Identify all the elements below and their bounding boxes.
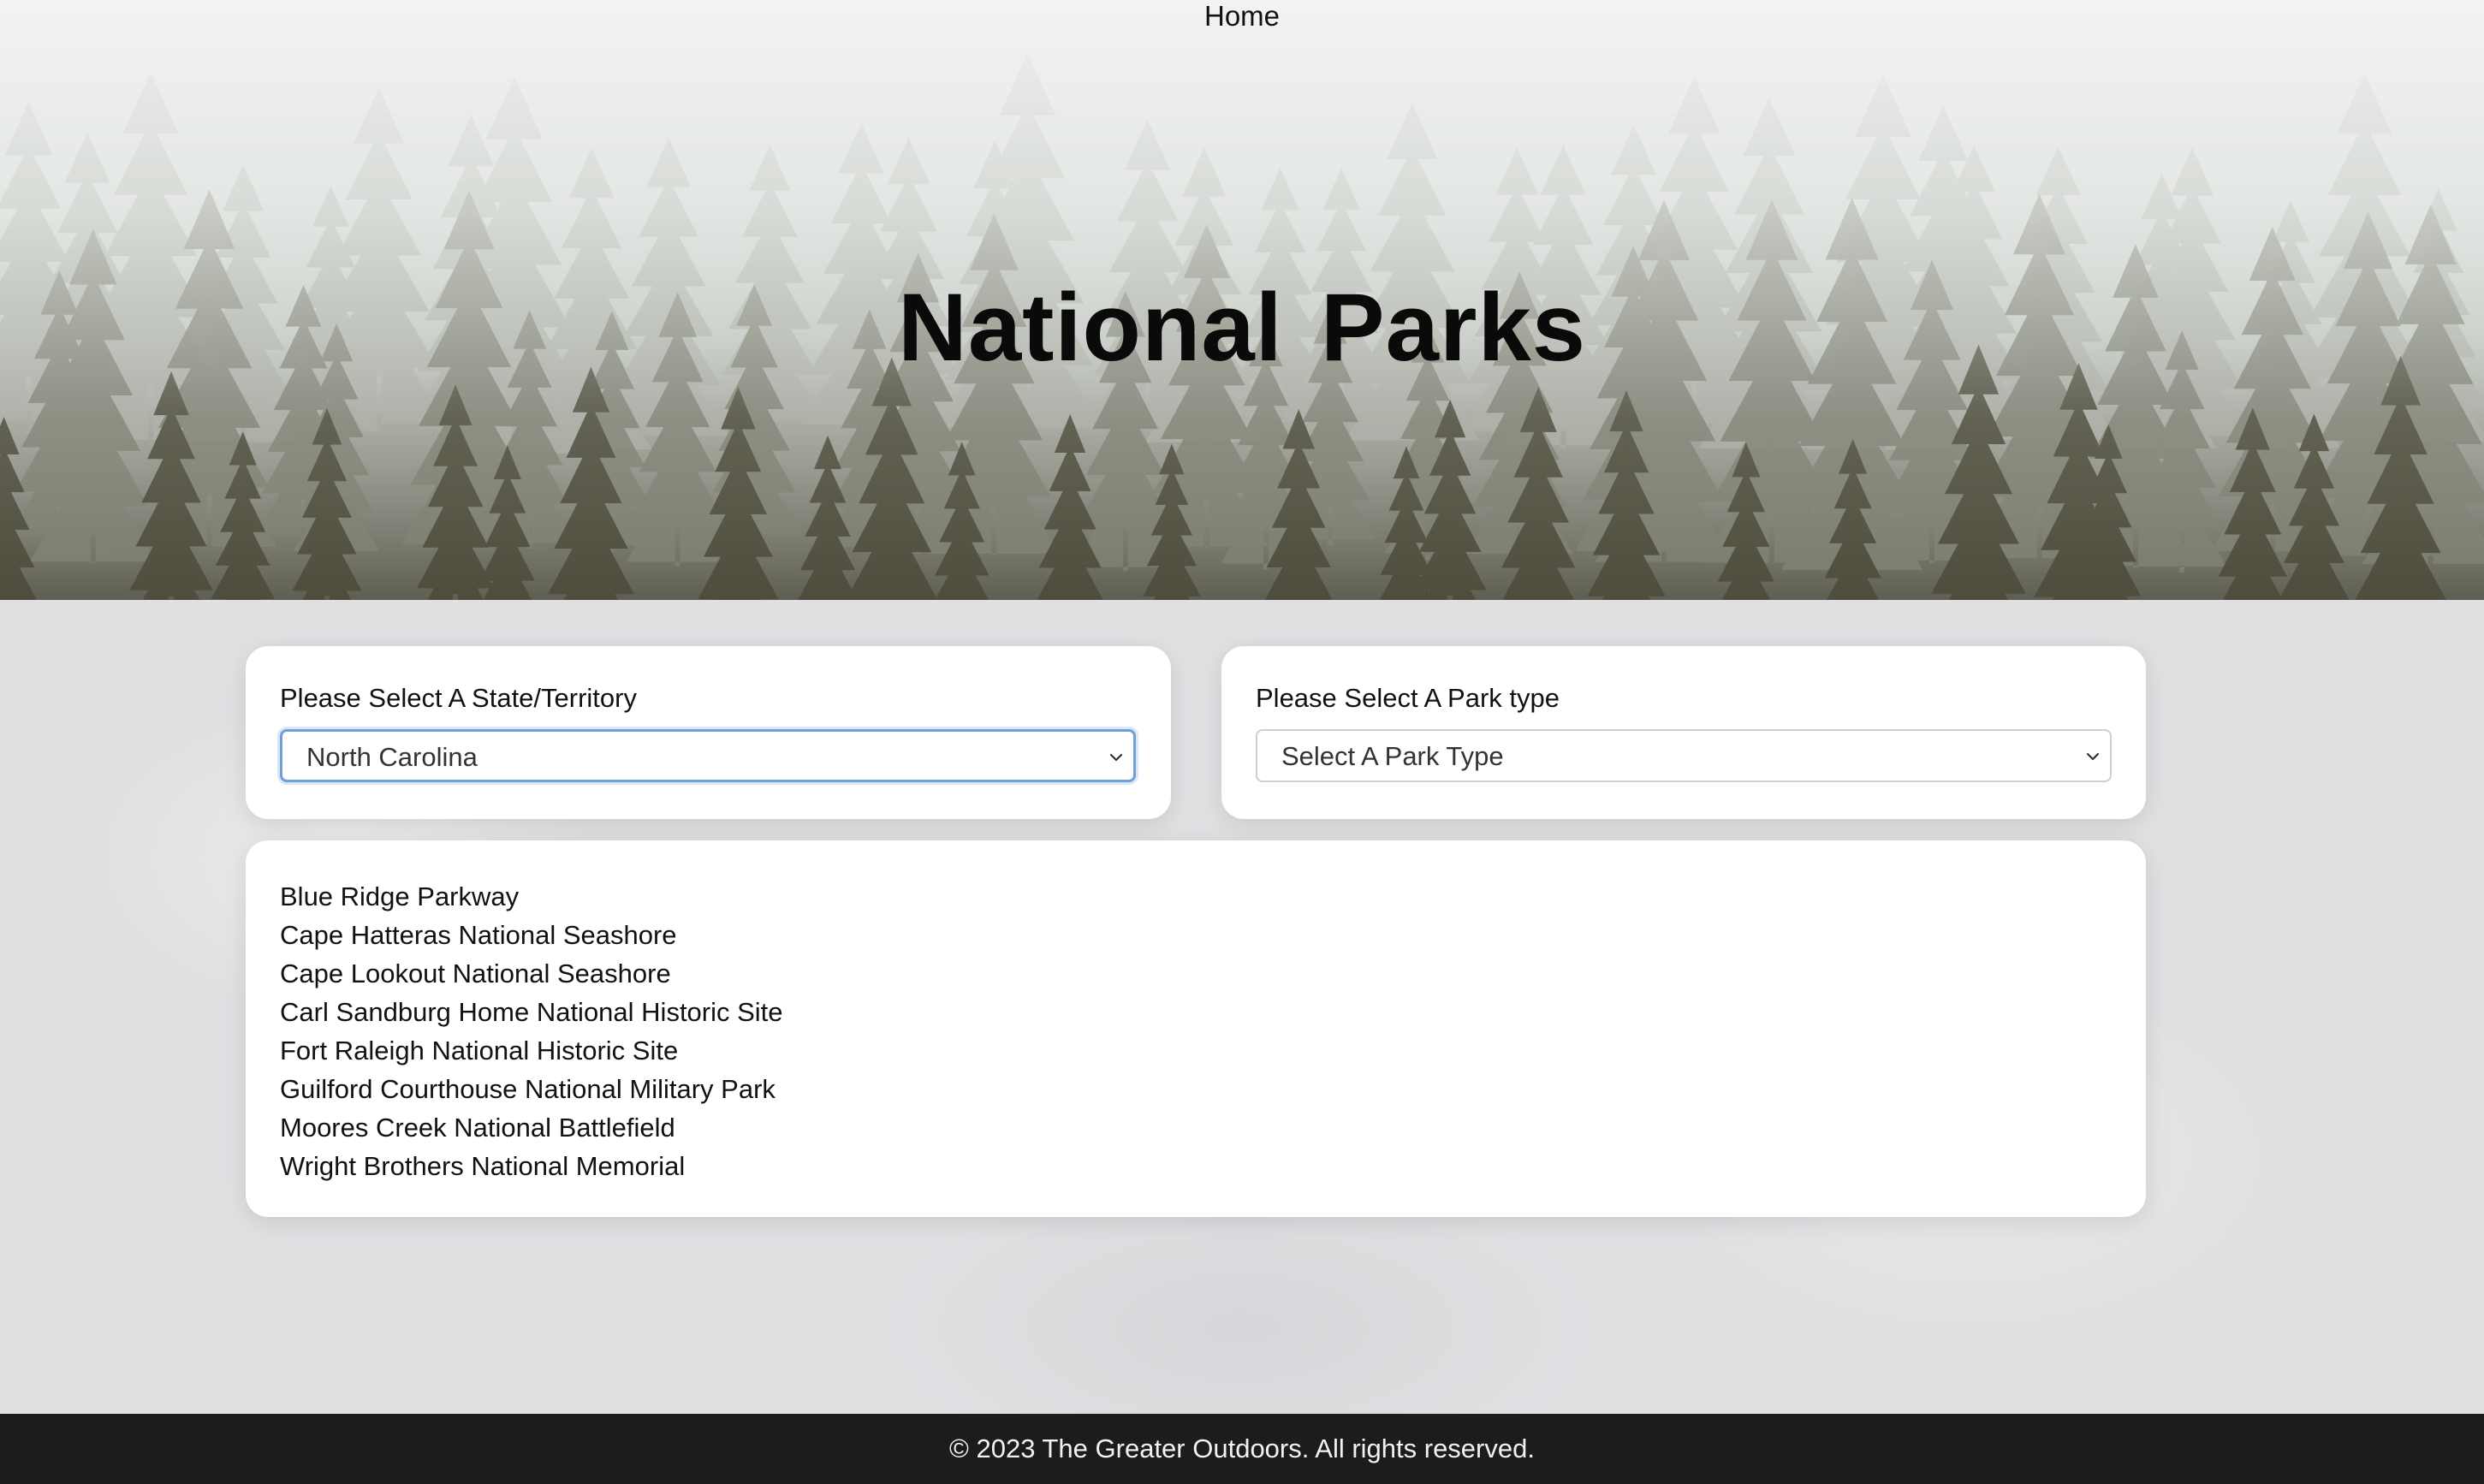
park-list-item[interactable]: Cape Hatteras National Seashore [280, 916, 783, 954]
park-list-item[interactable]: Guilford Courthouse National Military Pa… [280, 1070, 783, 1108]
state-select-value: North Carolina [306, 742, 478, 772]
hero-banner: Home National Parks [0, 0, 2484, 600]
park-list-item[interactable]: Carl Sandburg Home National Historic Sit… [280, 993, 783, 1031]
state-select-label: Please Select A State/Territory [280, 683, 637, 713]
park-list-item[interactable]: Wright Brothers National Memorial [280, 1147, 783, 1185]
park-type-filter-card: Please Select A Park type Select A Park … [1221, 646, 2146, 819]
park-list-item[interactable]: Moores Creek National Battlefield [280, 1108, 783, 1147]
park-type-select[interactable]: Select A Park Type [1256, 729, 2112, 782]
park-type-select-label: Please Select A Park type [1256, 683, 1560, 713]
park-results-card: Blue Ridge Parkway Cape Hatteras Nationa… [246, 840, 2146, 1217]
page: Home National Parks Please Select A Stat… [0, 0, 2484, 1484]
park-list-item[interactable]: Cape Lookout National Seashore [280, 954, 783, 993]
nav-home-link[interactable]: Home [0, 0, 2484, 33]
state-filter-card: Please Select A State/Territory North Ca… [246, 646, 1171, 819]
park-type-select-value: Select A Park Type [1281, 741, 1504, 771]
chevron-down-icon [2086, 752, 2100, 761]
footer: © 2023 The Greater Outdoors. All rights … [0, 1414, 2484, 1484]
park-list-item[interactable]: Fort Raleigh National Historic Site [280, 1031, 783, 1070]
page-title: National Parks [897, 274, 1587, 381]
state-select[interactable]: North Carolina [280, 729, 1136, 782]
chevron-down-icon [1109, 753, 1123, 762]
park-list-item[interactable]: Blue Ridge Parkway [280, 877, 783, 916]
footer-copyright: © 2023 The Greater Outdoors. All rights … [949, 1434, 1535, 1463]
park-list: Blue Ridge Parkway Cape Hatteras Nationa… [280, 877, 783, 1185]
